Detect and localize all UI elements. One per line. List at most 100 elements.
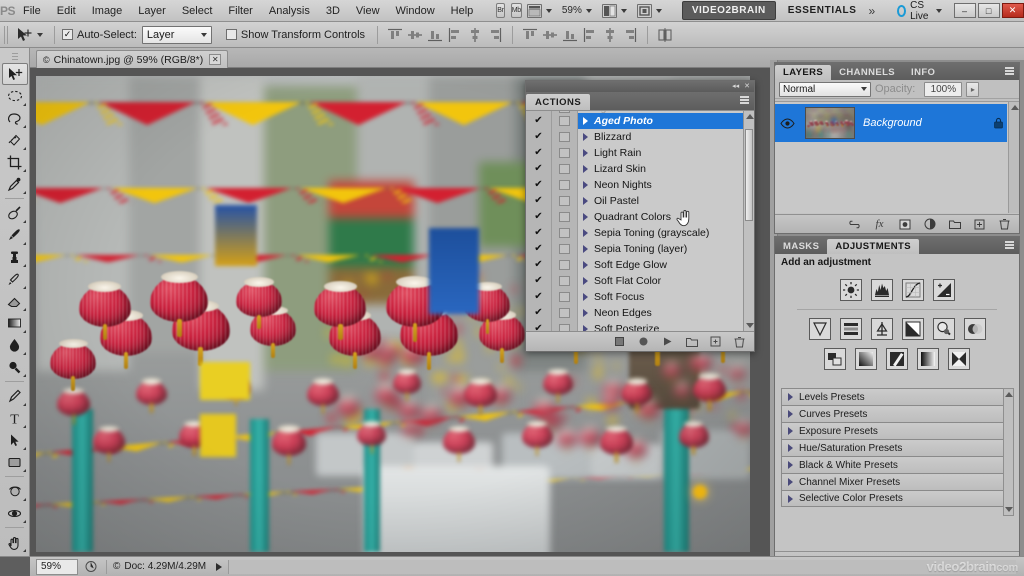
action-row[interactable]: ✔ Oil Pastel (526, 193, 754, 209)
action-name[interactable]: Quadrant Colors (578, 209, 754, 225)
tab-info[interactable]: INFO (903, 65, 943, 80)
menu-window[interactable]: Window (388, 0, 443, 22)
action-toggle-checkbox[interactable]: ✔ (526, 305, 552, 321)
rectangular-marquee-tool[interactable] (2, 85, 28, 107)
clone-stamp-tool[interactable] (2, 246, 28, 268)
action-name[interactable]: Sepia Toning (grayscale) (578, 225, 754, 241)
gradient-map-icon[interactable] (917, 348, 939, 370)
hue-saturation-icon[interactable] (840, 318, 862, 340)
3d-orbit-tool[interactable] (2, 502, 28, 524)
align-top-edges-icon[interactable] (387, 27, 403, 43)
dodge-tool[interactable] (2, 356, 28, 378)
stop-icon[interactable] (613, 335, 626, 348)
align-horizontal-centers-icon[interactable] (467, 27, 483, 43)
action-dialog-toggle[interactable] (552, 225, 578, 241)
move-tool[interactable] (2, 63, 28, 85)
action-row[interactable]: ✔ Neon Nights (526, 177, 754, 193)
expand-action-icon[interactable] (583, 245, 588, 253)
opacity-value[interactable]: 100% (924, 82, 962, 97)
options-bar-grip[interactable] (4, 26, 9, 44)
new-action-icon[interactable] (709, 335, 722, 348)
arrange-documents-button[interactable] (602, 4, 627, 18)
close-panel-icon[interactable]: ✕ (744, 83, 750, 90)
preset-row[interactable]: Exposure Presets (781, 422, 1013, 439)
align-bottom-edges-icon[interactable] (427, 27, 443, 43)
eraser-tool[interactable] (2, 290, 28, 312)
record-icon[interactable] (637, 335, 650, 348)
presets-scroll-up-icon[interactable] (1005, 392, 1013, 397)
adjustment-presets-list[interactable]: Levels Presets Curves Presets Exposure Pre… (781, 388, 1013, 507)
expand-action-icon[interactable] (583, 197, 588, 205)
action-dialog-toggle[interactable] (552, 129, 578, 145)
action-row[interactable]: ✔ Light Rain (526, 145, 754, 161)
action-dialog-toggle[interactable] (552, 305, 578, 321)
layer-name[interactable]: Background (863, 117, 981, 129)
document-tab[interactable]: © Chinatown.jpg @ 59% (RGB/8*) ✕ (36, 50, 228, 68)
layers-panel-menu-icon[interactable] (1005, 67, 1014, 75)
action-dialog-toggle[interactable] (552, 273, 578, 289)
actions-scroll-thumb[interactable] (745, 129, 753, 221)
layer-row-background[interactable]: Background (775, 104, 1007, 142)
tab-actions[interactable]: ACTIONS (526, 94, 590, 110)
selective-color-icon[interactable] (948, 348, 970, 370)
layer-list[interactable]: Background (775, 101, 1019, 213)
align-right-edges-icon[interactable] (487, 27, 503, 43)
action-name[interactable]: Light Rain (578, 145, 754, 161)
workspace-essentials[interactable]: ESSENTIALS (788, 5, 857, 16)
3d-rotate-tool[interactable] (2, 480, 28, 502)
blur-tool[interactable] (2, 334, 28, 356)
presets-scrollbar[interactable] (1003, 388, 1014, 516)
restore-button[interactable]: □ (978, 3, 1000, 18)
auto-align-layers-icon[interactable] (657, 27, 673, 43)
blend-mode-dropdown[interactable]: Normal (779, 82, 871, 97)
play-icon[interactable] (661, 335, 674, 348)
status-doc-info[interactable]: © Doc: 4.29M/4.29M (113, 561, 206, 572)
menu-3d[interactable]: 3D (318, 0, 348, 22)
layer-style-icon[interactable]: fx (873, 218, 886, 231)
layer-thumbnail[interactable] (805, 107, 855, 139)
spot-healing-brush-tool[interactable] (2, 202, 28, 224)
action-row[interactable]: ✔ Sepia Toning (grayscale) (526, 225, 754, 241)
action-row[interactable]: ✔ Soft Edge Glow (526, 257, 754, 273)
action-row[interactable]: ✔ Soft Focus (526, 289, 754, 305)
expand-action-icon[interactable] (583, 293, 588, 301)
expand-action-icon[interactable] (583, 165, 588, 173)
expand-action-icon[interactable] (583, 261, 588, 269)
preset-row[interactable]: Curves Presets (781, 405, 1013, 422)
align-vertical-centers-icon[interactable] (407, 27, 423, 43)
menu-view[interactable]: View (348, 0, 388, 22)
distribute-right-edges-icon[interactable] (622, 27, 638, 43)
posterize-icon[interactable] (855, 348, 877, 370)
toolbox-grip[interactable] (12, 52, 18, 60)
presets-scroll-down-icon[interactable] (1005, 507, 1013, 512)
expand-action-icon[interactable] (583, 133, 588, 141)
color-balance-icon[interactable] (871, 318, 893, 340)
expand-preset-icon[interactable] (788, 478, 793, 486)
action-row[interactable]: ✔ Soft Flat Color (526, 273, 754, 289)
exposure-icon[interactable] (933, 279, 955, 301)
distribute-left-edges-icon[interactable] (582, 27, 598, 43)
action-row[interactable]: ✔ Sepia Toning (layer) (526, 241, 754, 257)
opacity-stepper[interactable]: ▸ (966, 82, 979, 97)
action-toggle-checkbox[interactable]: ✔ (526, 209, 552, 225)
menu-help[interactable]: Help (443, 0, 482, 22)
actions-panel-menu-icon[interactable] (740, 96, 749, 104)
action-toggle-checkbox[interactable]: ✔ (526, 129, 552, 145)
action-name[interactable]: Soft Edge Glow (578, 257, 754, 273)
delete-icon[interactable] (733, 335, 746, 348)
new-layer-icon[interactable] (973, 218, 986, 231)
action-row[interactable]: ✔ Neon Edges (526, 305, 754, 321)
action-toggle-checkbox[interactable]: ✔ (526, 161, 552, 177)
action-name[interactable]: Aged Photo (578, 113, 754, 129)
action-dialog-toggle[interactable] (552, 257, 578, 273)
expand-action-icon[interactable] (583, 229, 588, 237)
preset-row[interactable]: Selective Color Presets (781, 490, 1013, 507)
expand-action-icon[interactable] (583, 213, 588, 221)
action-dialog-toggle[interactable] (552, 321, 578, 332)
close-document-icon[interactable]: ✕ (209, 54, 221, 65)
menu-edit[interactable]: Edit (49, 0, 84, 22)
layer-visibility-eye-icon[interactable] (777, 118, 797, 129)
brush-tool[interactable] (2, 224, 28, 246)
view-extras-button[interactable] (527, 4, 552, 18)
action-dialog-toggle[interactable] (552, 177, 578, 193)
